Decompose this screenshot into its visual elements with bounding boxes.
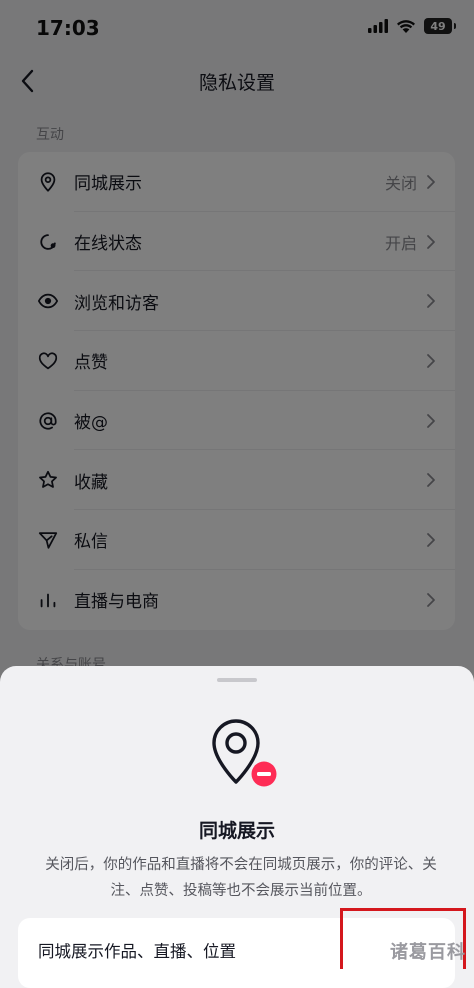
location-off-icon [212,719,279,789]
sheet-drag-handle[interactable] [217,678,257,682]
option-label: 同城展示作品、直播、位置 [38,942,236,961]
watermark-text: 诸葛百科 [390,942,466,963]
sheet-description: 关闭后，你的作品和直播将不会在同城页展示，你的评论、关注、点赞、投稿等也不会展示… [45,857,437,899]
sheet-title: 同城展示 [198,820,275,842]
